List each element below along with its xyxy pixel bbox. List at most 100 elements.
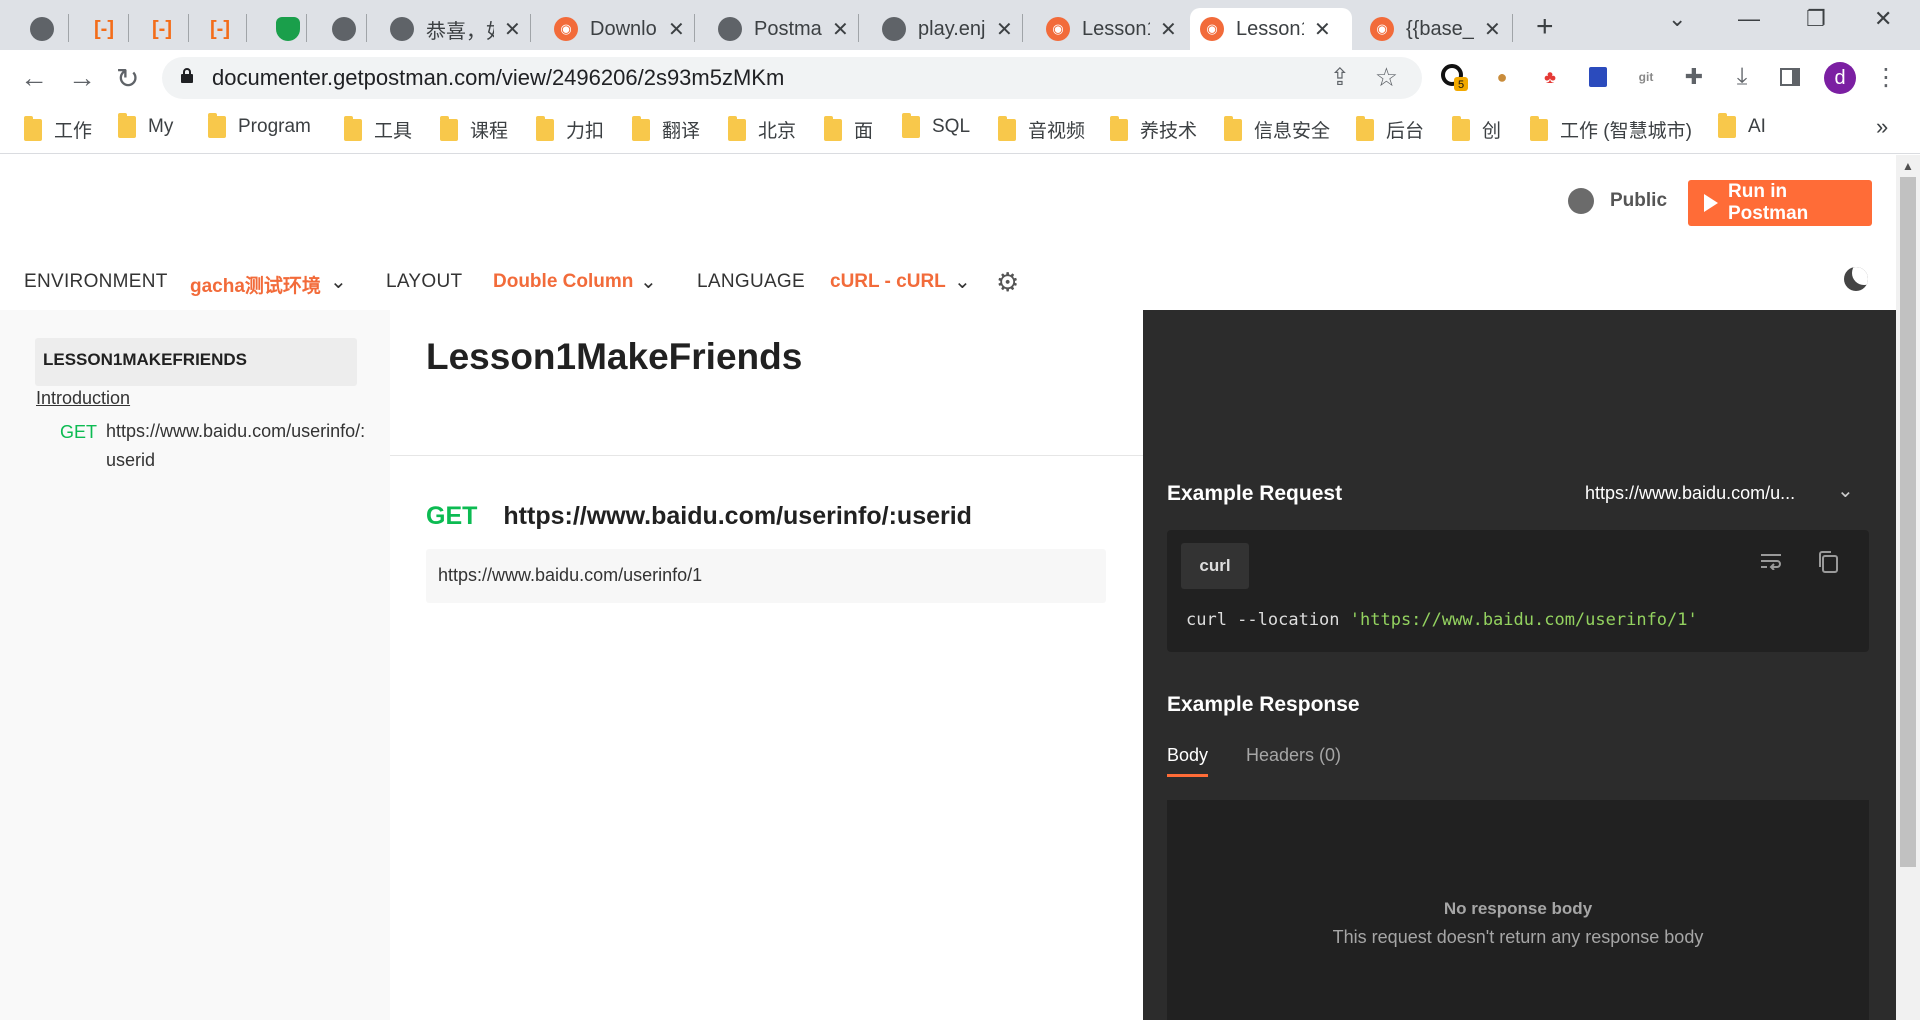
sidebar-request-item[interactable]: GET https://www.baidu.com/userinfo/:user… bbox=[60, 421, 380, 475]
orange-bracket-icon: [-] bbox=[210, 17, 230, 40]
example-select[interactable]: https://www.baidu.com/u... bbox=[1585, 483, 1795, 504]
browser-tab[interactable]: ◉ Lesson1 ✕ bbox=[1036, 8, 1187, 50]
bookmark-folder[interactable]: 工作 bbox=[24, 115, 92, 143]
run-in-postman-button[interactable]: Run in Postman bbox=[1688, 180, 1872, 226]
browser-tab[interactable]: ◉ Downlo ✕ bbox=[544, 8, 695, 50]
code-language-tag: curl bbox=[1181, 543, 1249, 589]
copy-icon[interactable] bbox=[1817, 550, 1839, 574]
bookmark-folder[interactable]: 工具 bbox=[344, 115, 413, 143]
cookie-icon[interactable]: ● bbox=[1488, 63, 1516, 91]
browser-tab-active[interactable]: ◉ Lesson1 ✕ bbox=[1190, 8, 1352, 50]
bookmark-folder[interactable]: 课程 bbox=[440, 115, 508, 143]
page-scrollbar[interactable]: ▲ bbox=[1896, 155, 1920, 1020]
bookmark-folder[interactable]: Program bbox=[208, 113, 311, 138]
green-shield-icon bbox=[276, 17, 300, 41]
close-window-icon[interactable]: ✕ bbox=[1874, 6, 1892, 32]
folder-icon bbox=[1356, 115, 1374, 141]
bookmark-folder[interactable]: 工作 (智慧城市) bbox=[1530, 115, 1692, 143]
environment-dropdown[interactable]: gacha测试环境 bbox=[190, 271, 321, 298]
close-tab-icon[interactable]: ✕ bbox=[1314, 17, 1331, 42]
close-tab-icon[interactable]: ✕ bbox=[1160, 17, 1177, 42]
bookmark-folder[interactable]: 创 bbox=[1452, 115, 1501, 143]
collection-name[interactable]: LESSON1MAKEFRIENDS bbox=[35, 338, 357, 386]
scrollbar-thumb[interactable] bbox=[1900, 177, 1916, 867]
bookmark-folder[interactable]: 翻译 bbox=[632, 115, 700, 143]
bookmark-folder[interactable]: 音视频 bbox=[998, 115, 1085, 143]
browser-tab[interactable]: [-] bbox=[198, 8, 242, 50]
bookmark-folder[interactable]: 面 bbox=[824, 115, 874, 143]
code-string: 'https://www.baidu.com/userinfo/1' bbox=[1349, 610, 1698, 630]
wrap-text-icon[interactable] bbox=[1759, 552, 1783, 570]
example-request-title: Example Request bbox=[1167, 482, 1343, 505]
language-dropdown[interactable]: cURL - cURL bbox=[830, 271, 946, 293]
browser-tab[interactable]: [-] bbox=[82, 8, 126, 50]
bookmark-folder[interactable]: 北京 bbox=[728, 115, 796, 143]
layout-dropdown[interactable]: Double Column bbox=[493, 271, 633, 293]
section-divider bbox=[390, 455, 1143, 456]
bookmark-label: SQL bbox=[932, 116, 971, 137]
bookmark-folder[interactable]: SQL bbox=[902, 113, 971, 138]
new-tab-plus-icon[interactable]: + bbox=[1536, 10, 1554, 44]
bookmark-folder[interactable]: 力扣 bbox=[536, 115, 604, 143]
browser-tab[interactable] bbox=[266, 8, 310, 50]
close-tab-icon[interactable]: ✕ bbox=[1484, 17, 1501, 42]
options-bar: ENVIRONMENT gacha测试环境 ⌄ LAYOUT Double Co… bbox=[0, 263, 1896, 303]
translate-extension-icon[interactable] bbox=[1584, 63, 1612, 91]
bookmark-label: 面 bbox=[854, 121, 874, 142]
folder-icon bbox=[118, 113, 136, 138]
more-bookmarks-chevron-icon[interactable]: » bbox=[1876, 114, 1888, 140]
tab-body[interactable]: Body bbox=[1167, 745, 1209, 777]
tab-search-chevron-icon[interactable]: ⌄ bbox=[1668, 6, 1686, 32]
bookmark-folder[interactable]: 后台 bbox=[1356, 115, 1424, 143]
gitzip-icon[interactable]: git bbox=[1632, 63, 1660, 91]
forward-arrow-icon[interactable]: → bbox=[68, 62, 96, 94]
browser-tab[interactable]: 恭喜，如 ✕ bbox=[380, 8, 531, 50]
browser-tab[interactable] bbox=[322, 8, 366, 50]
chevron-down-icon[interactable]: ⌄ bbox=[1837, 478, 1854, 503]
side-panel-icon[interactable] bbox=[1776, 63, 1804, 91]
sitemap-icon[interactable]: ♣ bbox=[1536, 63, 1564, 91]
chevron-down-icon[interactable]: ⌄ bbox=[330, 269, 347, 294]
chevron-down-icon[interactable]: ⌄ bbox=[954, 269, 971, 294]
bookmark-folder[interactable]: 信息安全 bbox=[1224, 115, 1330, 143]
bookmark-folder[interactable]: My bbox=[118, 113, 173, 138]
close-tab-icon[interactable]: ✕ bbox=[832, 17, 849, 42]
dark-mode-moon-icon[interactable] bbox=[1844, 267, 1868, 291]
extensions-puzzle-icon[interactable]: ✚ bbox=[1680, 63, 1708, 91]
close-tab-icon[interactable]: ✕ bbox=[504, 17, 521, 42]
code-line: curl --location 'https://www.baidu.com/u… bbox=[1186, 610, 1698, 630]
address-bar[interactable]: documenter.getpostman.com/view/2496206/2… bbox=[162, 57, 1422, 99]
postman-icon: ◉ bbox=[1370, 17, 1394, 41]
bookmark-label: 工具 bbox=[374, 121, 413, 142]
folder-icon bbox=[440, 115, 458, 141]
request-url: https://www.baidu.com/userinfo/:userid bbox=[503, 502, 972, 530]
browser-tab[interactable]: ◉ {{base_u ✕ bbox=[1360, 8, 1511, 50]
request-url-box[interactable]: https://www.baidu.com/userinfo/1 bbox=[426, 549, 1106, 603]
folder-icon bbox=[208, 113, 226, 138]
tab-headers[interactable]: Headers (0) bbox=[1246, 745, 1341, 766]
profile-avatar[interactable]: d bbox=[1824, 62, 1856, 94]
browser-tab[interactable]: Postman ✕ bbox=[708, 8, 859, 50]
minimize-icon[interactable]: — bbox=[1738, 6, 1760, 32]
close-tab-icon[interactable]: ✕ bbox=[668, 17, 685, 42]
response-panel: No response body This request doesn't re… bbox=[1167, 800, 1869, 1020]
browser-tab[interactable]: play.enj ✕ bbox=[872, 8, 1023, 50]
browser-tab[interactable]: [-] bbox=[140, 8, 184, 50]
browser-menu-icon[interactable]: ⋮ bbox=[1872, 63, 1900, 91]
restore-icon[interactable]: ❐ bbox=[1806, 6, 1826, 32]
share-icon[interactable]: ⇪ bbox=[1330, 63, 1350, 92]
tab-separator bbox=[530, 14, 531, 42]
reload-icon[interactable]: ↻ bbox=[116, 62, 139, 95]
download-icon[interactable]: ⤓ bbox=[1728, 63, 1756, 91]
close-tab-icon[interactable]: ✕ bbox=[996, 17, 1013, 42]
folder-icon bbox=[824, 115, 842, 141]
browser-tab[interactable] bbox=[20, 8, 64, 50]
scroll-up-arrow-icon[interactable]: ▲ bbox=[1902, 159, 1914, 173]
chevron-down-icon[interactable]: ⌄ bbox=[640, 269, 657, 294]
settings-gear-icon[interactable]: ⚙ bbox=[996, 267, 1019, 298]
introduction-link[interactable]: Introduction bbox=[36, 388, 130, 409]
back-arrow-icon[interactable]: ← bbox=[20, 62, 48, 94]
bookmark-folder[interactable]: 养技术 bbox=[1110, 115, 1197, 143]
bookmark-star-icon[interactable]: ☆ bbox=[1375, 62, 1398, 93]
bookmark-folder[interactable]: AI bbox=[1718, 113, 1766, 138]
